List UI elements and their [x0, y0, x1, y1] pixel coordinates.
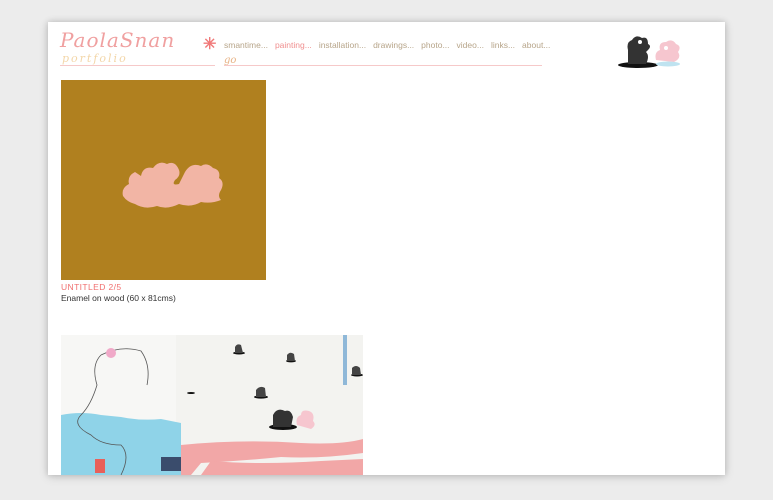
nav-item-installation[interactable]: installation...	[319, 40, 366, 50]
portfolio-page: PaolaSnan portfolio ✳ smantime... painti…	[48, 22, 725, 475]
nav-item-links[interactable]: links...	[491, 40, 515, 50]
main-nav: smantime... painting... installation... …	[224, 40, 550, 50]
painting-untitled-2-5[interactable]	[61, 80, 266, 280]
artwork-title: UNTITLED 2/5	[61, 282, 122, 292]
asterisk-icon: ✳	[203, 36, 217, 53]
nav-item-drawings[interactable]: drawings...	[373, 40, 414, 50]
nav-underline	[224, 65, 542, 66]
artwork-description: Enamel on wood (60 x 81cms)	[61, 293, 176, 303]
logo-underline	[60, 65, 215, 66]
nav-item-smantime[interactable]: smantime...	[224, 40, 268, 50]
nav-item-painting[interactable]: painting...	[275, 40, 312, 50]
painting-creatures-landscape[interactable]	[61, 335, 363, 475]
nav-item-photo[interactable]: photo...	[421, 40, 449, 50]
site-logo[interactable]: PaolaSnan	[60, 28, 175, 52]
site-logo-subtitle: portfolio	[62, 52, 128, 65]
nav-item-video[interactable]: video...	[457, 40, 484, 50]
nav-item-about[interactable]: about...	[522, 40, 550, 50]
header-creatures-illustration	[618, 36, 680, 68]
